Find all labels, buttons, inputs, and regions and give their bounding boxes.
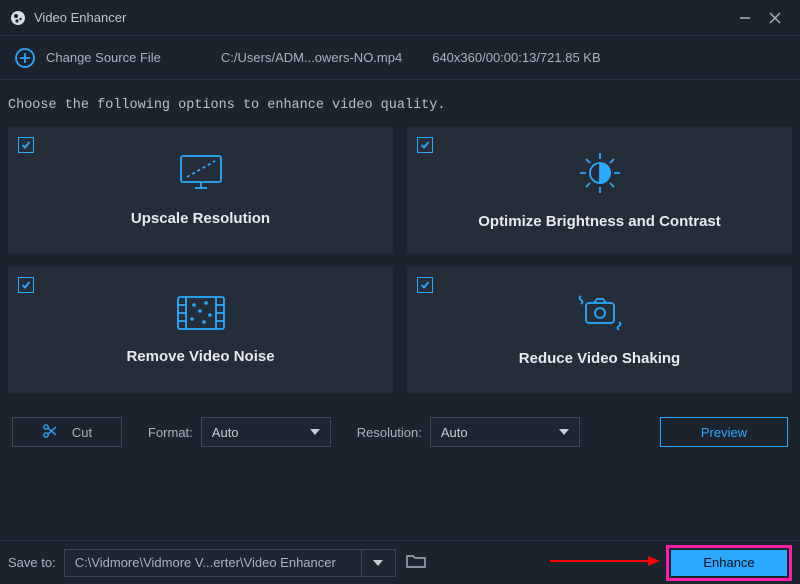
resolution-label: Resolution: [357, 425, 422, 440]
app-title: Video Enhancer [34, 10, 126, 25]
card-reduce-shaking[interactable]: Reduce Video Shaking [407, 267, 792, 393]
scissors-icon [42, 423, 58, 442]
upscale-icon [178, 153, 224, 198]
card-label: Upscale Resolution [131, 210, 270, 227]
checkbox-brightness[interactable] [417, 137, 433, 153]
format-value: Auto [212, 425, 239, 440]
cut-label: Cut [72, 425, 92, 440]
source-bar: Change Source File C:/Users/ADM...owers-… [0, 36, 800, 80]
preview-label: Preview [701, 425, 747, 440]
card-brightness-contrast[interactable]: Optimize Brightness and Contrast [407, 127, 792, 253]
minimize-button[interactable] [730, 3, 760, 33]
checkbox-shaking[interactable] [417, 277, 433, 293]
chevron-down-icon [310, 429, 320, 435]
content-area: Choose the following options to enhance … [0, 80, 800, 540]
format-dropdown[interactable]: Auto [201, 417, 331, 447]
annotation-arrow [550, 554, 660, 571]
save-path-text: C:\Vidmore\Vidmore V...erter\Video Enhan… [75, 555, 336, 570]
app-icon [10, 10, 26, 26]
card-remove-noise[interactable]: Remove Video Noise [8, 267, 393, 393]
enhance-cards: Upscale Resolution [6, 127, 794, 393]
open-folder-button[interactable] [406, 553, 426, 572]
close-button[interactable] [760, 3, 790, 33]
card-label: Optimize Brightness and Contrast [478, 213, 721, 230]
controls-row: Cut Format: Auto Resolution: Auto Previe… [6, 393, 794, 447]
card-label: Remove Video Noise [126, 348, 274, 365]
format-label: Format: [148, 425, 193, 440]
instruction-text: Choose the following options to enhance … [8, 98, 794, 113]
source-meta: 640x360/00:00:13/721.85 KB [432, 50, 600, 65]
card-label: Reduce Video Shaking [519, 350, 680, 367]
save-path-input[interactable]: C:\Vidmore\Vidmore V...erter\Video Enhan… [64, 549, 362, 577]
camera-shake-icon [572, 293, 628, 338]
chevron-down-icon [373, 560, 383, 566]
checkbox-noise[interactable] [18, 277, 34, 293]
enhance-label: Enhance [703, 555, 754, 570]
footer: Save to: C:\Vidmore\Vidmore V...erter\Vi… [0, 540, 800, 584]
checkbox-upscale[interactable] [18, 137, 34, 153]
change-source-link[interactable]: Change Source File [46, 50, 161, 65]
add-file-icon[interactable] [14, 47, 36, 69]
brightness-icon [575, 150, 625, 201]
chevron-down-icon [559, 429, 569, 435]
save-path-dropdown[interactable] [362, 549, 396, 577]
app-window: Video Enhancer Change Source File C:/Use… [0, 0, 800, 584]
save-to-label: Save to: [8, 555, 56, 570]
film-noise-icon [176, 295, 226, 336]
cut-button[interactable]: Cut [12, 417, 122, 447]
resolution-value: Auto [441, 425, 468, 440]
titlebar: Video Enhancer [0, 0, 800, 36]
enhance-button[interactable]: Enhance [671, 550, 787, 576]
annotation-highlight: Enhance [666, 545, 792, 581]
source-path: C:/Users/ADM...owers-NO.mp4 [221, 50, 402, 65]
preview-button[interactable]: Preview [660, 417, 788, 447]
card-upscale-resolution[interactable]: Upscale Resolution [8, 127, 393, 253]
resolution-dropdown[interactable]: Auto [430, 417, 580, 447]
